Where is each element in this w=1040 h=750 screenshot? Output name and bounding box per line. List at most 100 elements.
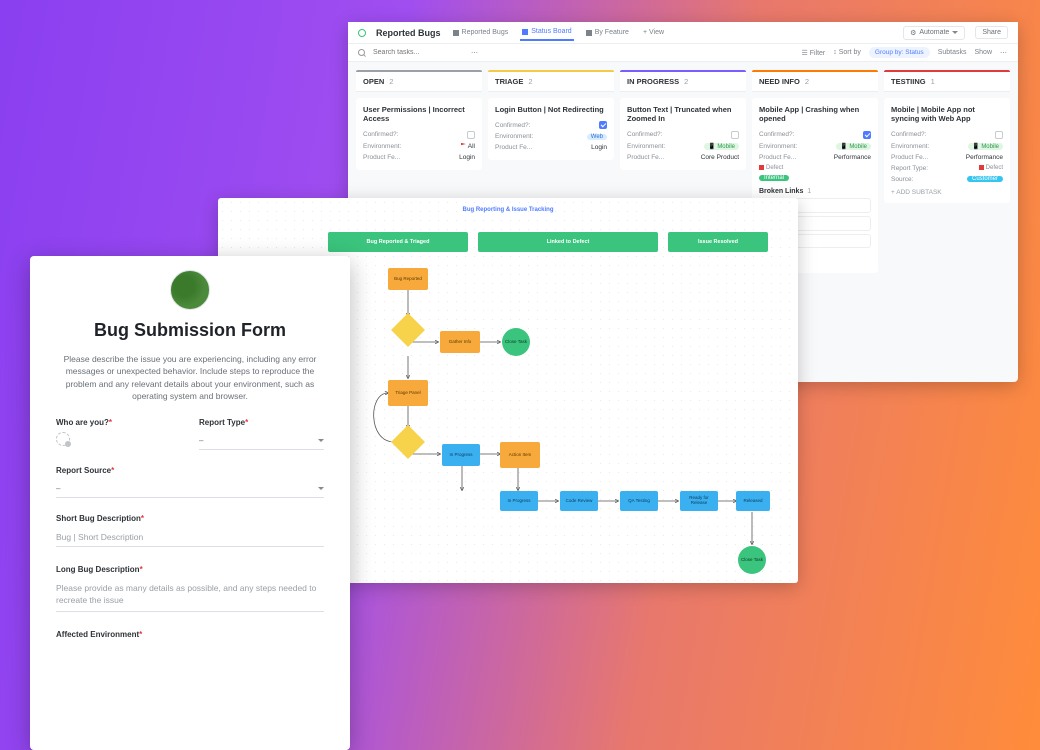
more-icon[interactable]: ⋯	[1000, 49, 1008, 57]
column-header[interactable]: TRIAGE 2	[488, 70, 614, 92]
form-title: Bug Submission Form	[56, 320, 324, 341]
column-header[interactable]: IN PROGRESS 2	[620, 70, 746, 92]
card-title: User Permissions | Incorrect Access	[363, 105, 475, 124]
search-more-icon[interactable]: ⋯	[471, 49, 479, 57]
field-label: Product Fe...	[495, 144, 532, 151]
show-button[interactable]: Show	[974, 49, 992, 56]
column-name: TESTIING	[891, 77, 926, 86]
checkbox-icon[interactable]	[995, 131, 1003, 139]
chevron-down-icon	[952, 31, 958, 34]
status-circle-icon	[358, 29, 366, 37]
task-card[interactable]: Login Button | Not Redirecting Confirmed…	[488, 98, 614, 160]
flow-terminal[interactable]: Close Task	[502, 328, 530, 356]
field-label: Report Type:	[891, 165, 928, 172]
flow-node[interactable]: QA Testing	[620, 491, 658, 511]
automate-label: Automate	[919, 29, 949, 36]
column-header[interactable]: OPEN 2	[356, 70, 482, 92]
subtask-title: Broken Links 1	[759, 188, 871, 195]
report-type-label: Report Type*	[199, 418, 324, 427]
checkbox-checked-icon[interactable]	[599, 121, 607, 129]
card-title: Mobile App | Crashing when opened	[759, 105, 871, 124]
card-title: Login Button | Not Redirecting	[495, 105, 607, 114]
field-value: All	[461, 143, 475, 150]
field-label: Confirmed?:	[363, 131, 398, 138]
person-picker[interactable]	[56, 432, 70, 446]
flow-node[interactable]: Ready for Release	[680, 491, 718, 511]
add-subtask-button[interactable]: + ADD SUBTASK	[891, 185, 1003, 196]
tab-label: Reported Bugs	[462, 29, 509, 36]
column-testing: TESTIING 1 Mobile | Mobile App not synci…	[884, 70, 1010, 273]
field-label: Confirmed?:	[759, 131, 794, 138]
flow-decision[interactable]	[391, 425, 425, 459]
column-count: 2	[389, 77, 393, 86]
long-desc-input[interactable]: Please provide as many details as possib…	[56, 579, 324, 612]
flow-terminal[interactable]: Close Task	[738, 546, 766, 574]
sortby-button[interactable]: ↕ Sort by	[833, 49, 861, 56]
checkbox-icon[interactable]	[731, 131, 739, 139]
card-title: Mobile | Mobile App not syncing with Web…	[891, 105, 1003, 124]
short-desc-label: Short Bug Description*	[56, 514, 324, 523]
board-toolbar: ⋯ ☰ Filter ↕ Sort by Group by: Status Su…	[348, 44, 1018, 62]
sparkle-icon: ⚙	[910, 29, 916, 37]
checkbox-icon[interactable]	[467, 131, 475, 139]
field-label: Environment:	[495, 133, 533, 140]
field-value: Login	[459, 154, 475, 161]
task-card[interactable]: User Permissions | Incorrect Access Conf…	[356, 98, 482, 170]
who-label: Who are you?*	[56, 418, 181, 427]
tab-by-feature[interactable]: By Feature	[584, 25, 631, 40]
report-source-select[interactable]: –	[56, 480, 324, 498]
flow-node[interactable]: Code Review	[560, 491, 598, 511]
field-label: Product Fe...	[363, 154, 400, 161]
column-name: TRIAGE	[495, 77, 523, 86]
task-card[interactable]: Button Text | Truncated when Zoomed In C…	[620, 98, 746, 170]
flow-decision[interactable]	[391, 313, 425, 347]
filter-button[interactable]: ☰ Filter	[801, 49, 825, 57]
source-badge: Internal	[759, 175, 789, 181]
flowchart-title: Bug Reporting & Issue Tracking	[462, 207, 553, 213]
share-label: Share	[982, 29, 1001, 36]
search-input[interactable]	[373, 49, 463, 56]
chevron-down-icon	[318, 487, 324, 490]
field-label: Environment:	[627, 143, 665, 150]
column-header[interactable]: NEED INFO 2	[752, 70, 878, 92]
flow-node[interactable]: Released	[736, 491, 770, 511]
env-badge: Web	[587, 134, 607, 140]
report-source-label: Report Source*	[56, 466, 324, 475]
field-label: Source:	[891, 176, 913, 183]
flow-node[interactable]: Bug Reported	[388, 268, 428, 290]
flow-node[interactable]: In Progress	[442, 444, 480, 466]
subtasks-button[interactable]: Subtasks	[938, 49, 967, 56]
short-desc-input[interactable]: Bug | Short Description	[56, 528, 324, 547]
column-count: 2	[528, 77, 532, 86]
env-badge: 📱 Mobile	[704, 143, 739, 150]
share-button[interactable]: Share	[975, 26, 1008, 39]
field-value: Login	[591, 144, 607, 151]
stage-header: Linked to Defect	[478, 232, 658, 252]
stage-header: Issue Resolved	[668, 232, 768, 252]
task-card[interactable]: Mobile | Mobile App not syncing with Web…	[884, 98, 1010, 203]
bug-form-panel: Bug Submission Form Please describe the …	[30, 256, 350, 750]
column-count: 1	[931, 77, 935, 86]
report-type-badge: Defect	[759, 165, 783, 171]
field-label: Product Fe...	[759, 154, 796, 161]
form-description: Please describe the issue you are experi…	[56, 353, 324, 402]
column-header[interactable]: TESTIING 1	[884, 70, 1010, 92]
groupby-button[interactable]: Group by: Status	[869, 47, 930, 58]
flow-node[interactable]: Gather Info	[440, 331, 480, 353]
add-view-button[interactable]: + View	[641, 25, 666, 40]
flow-node[interactable]: Action Item	[500, 442, 540, 468]
flow-node[interactable]: In Progress	[500, 491, 538, 511]
source-badge: Customer	[967, 176, 1003, 182]
flow-node[interactable]: Triage Panel	[388, 380, 428, 406]
field-label: Confirmed?:	[627, 131, 662, 138]
tab-status-board[interactable]: Status Board	[520, 24, 573, 41]
env-badge: 📱 Mobile	[968, 143, 1003, 150]
column-count: 2	[684, 77, 688, 86]
report-type-select[interactable]: –	[199, 432, 324, 450]
list-icon	[586, 30, 592, 36]
automate-button[interactable]: ⚙ Automate	[903, 26, 965, 40]
avatar	[170, 270, 210, 310]
tab-reported-bugs[interactable]: Reported Bugs	[451, 25, 511, 40]
checkbox-checked-icon[interactable]	[863, 131, 871, 139]
affected-env-label: Affected Environment*	[56, 630, 324, 639]
